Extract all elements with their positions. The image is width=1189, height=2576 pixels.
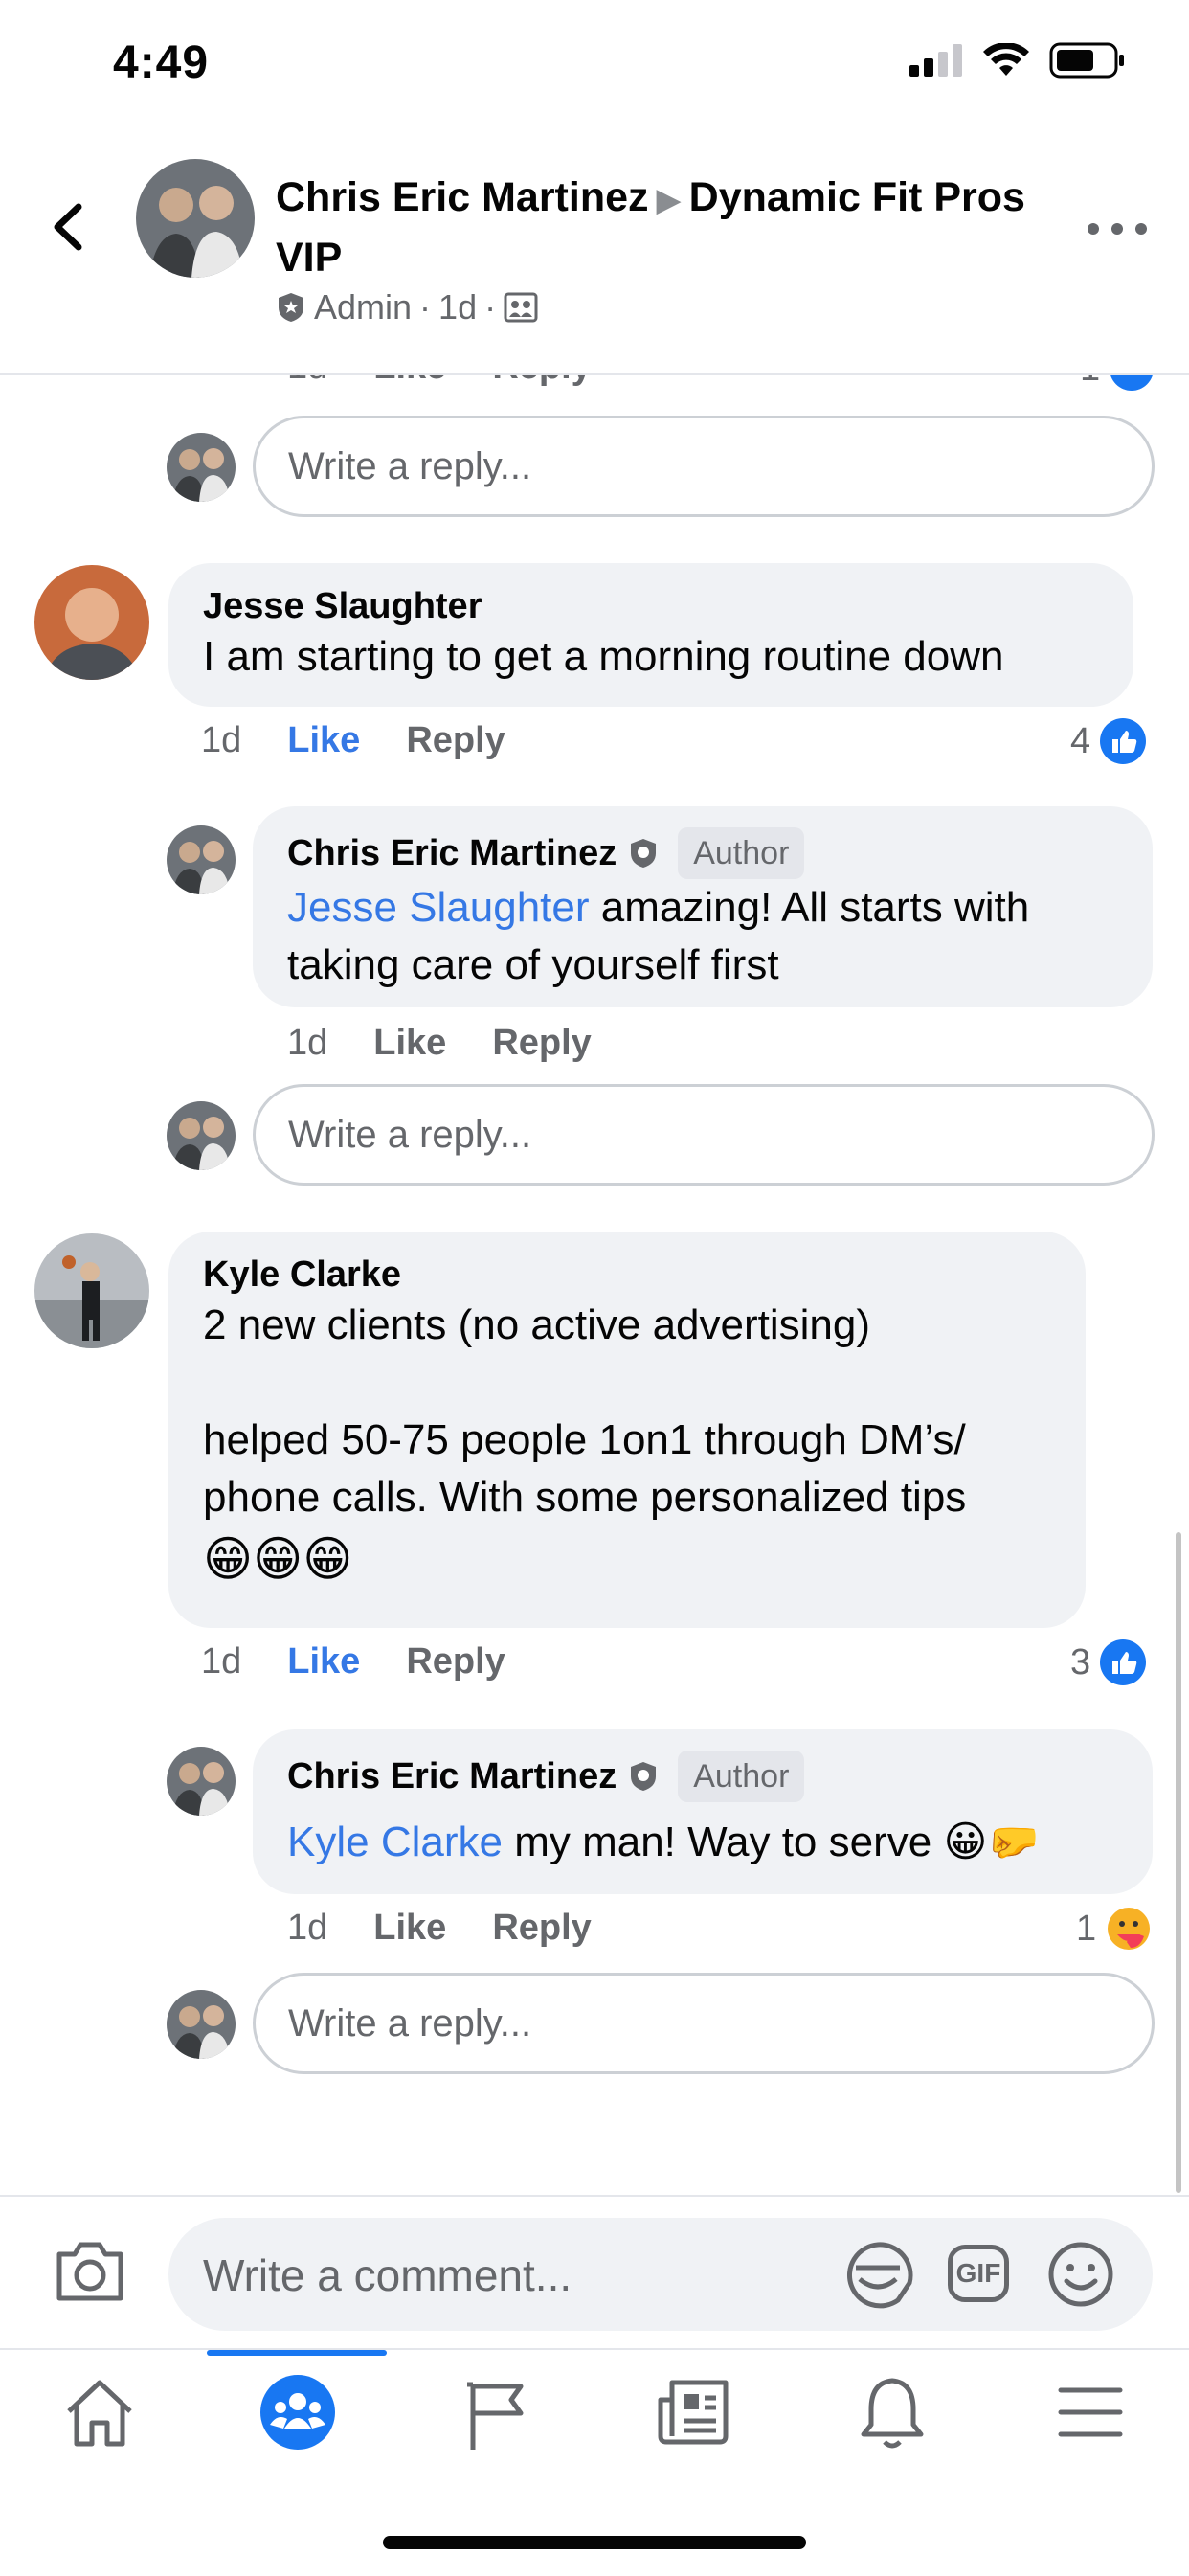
reply-bubble: Chris Eric Martinez Author Jesse Slaught… bbox=[253, 806, 1153, 1007]
reply-button[interactable]: Reply bbox=[406, 720, 505, 761]
admin-shield-icon bbox=[279, 293, 303, 322]
comment-text-line1: 2 new clients (no active advertising) bbox=[203, 1301, 870, 1348]
more-options-icon[interactable] bbox=[1084, 215, 1151, 243]
reply-input[interactable]: Write a reply... bbox=[253, 1973, 1155, 2074]
comment-bubble: Jesse Slaughter I am starting to get a m… bbox=[168, 563, 1133, 707]
comment-placeholder: Write a comment... bbox=[203, 2250, 572, 2300]
comment-bubble: Kyle Clarke 2 new clients (no active adv… bbox=[168, 1232, 1086, 1628]
mention-link[interactable]: Jesse Slaughter bbox=[287, 884, 590, 931]
admin-shield-icon bbox=[631, 1762, 657, 1791]
like-button[interactable]: Like bbox=[373, 1023, 446, 1064]
author-badge: Author bbox=[678, 1751, 805, 1802]
reply-actions: 1d Like Reply bbox=[287, 1908, 592, 1949]
reply-actions: 1d Like Reply bbox=[287, 1023, 592, 1064]
like-reaction-icon bbox=[1100, 1639, 1147, 1685]
scrollbar[interactable] bbox=[1176, 1532, 1181, 2193]
back-arrow-icon[interactable] bbox=[40, 193, 98, 260]
separator-dot: · bbox=[419, 287, 432, 327]
groups-icon[interactable] bbox=[258, 2373, 337, 2452]
emoji-row: 😀🤛 bbox=[943, 1819, 1041, 1865]
my-avatar bbox=[167, 433, 236, 502]
commenter-name[interactable]: Kyle Clarke bbox=[203, 1253, 1051, 1297]
home-indicator bbox=[383, 2536, 806, 2549]
battery-icon bbox=[1049, 42, 1124, 79]
comment-text-line2: helped 50-75 people 1on1 through DM’s/ p… bbox=[203, 1416, 967, 1521]
author-badge: Author bbox=[678, 827, 805, 879]
arrow-right-icon: ▶ bbox=[656, 182, 682, 218]
care-reaction-icon bbox=[1108, 1908, 1151, 1950]
comment-actions: 1d Like Reply bbox=[201, 720, 505, 761]
commenter-name[interactable]: Jesse Slaughter bbox=[203, 584, 1099, 628]
status-time: 4:49 bbox=[113, 37, 210, 88]
pages-flag-icon[interactable] bbox=[463, 2379, 530, 2452]
post-title: Chris Eric Martinez ▶ Dynamic Fit Pros VIP bbox=[276, 169, 1042, 286]
reply-button[interactable]: Reply bbox=[492, 1908, 591, 1949]
post-author-name[interactable]: Chris Eric Martinez bbox=[276, 174, 649, 220]
mention-link[interactable]: Kyle Clarke bbox=[287, 1819, 503, 1865]
wifi-icon bbox=[983, 43, 1029, 76]
post-meta: Admin · 1d · bbox=[276, 287, 538, 328]
like-reaction-icon bbox=[1100, 718, 1147, 764]
comment-composer: Write a comment... GIF bbox=[0, 2195, 1189, 2348]
reaction-count[interactable]: 4 bbox=[1070, 718, 1147, 764]
group-privacy-icon bbox=[504, 292, 538, 323]
reaction-count[interactable]: 1 bbox=[1076, 1906, 1152, 1952]
like-button[interactable]: Like bbox=[287, 1641, 360, 1683]
comment-input[interactable]: Write a comment... GIF bbox=[168, 2218, 1153, 2331]
post-header: Chris Eric Martinez ▶ Dynamic Fit Pros VIP… bbox=[0, 144, 1189, 375]
notifications-bell-icon[interactable] bbox=[858, 2375, 927, 2452]
comment-text: I am starting to get a morning routine d… bbox=[203, 633, 1004, 680]
comment-time: 1d bbox=[201, 720, 242, 760]
reply-text: Kyle Clarke my man! Way to serve 😀🤛 bbox=[287, 1819, 1041, 1865]
separator-dot: · bbox=[484, 287, 497, 327]
reply-button[interactable]: Reply bbox=[492, 1023, 591, 1064]
active-tab-indicator bbox=[207, 2350, 387, 2356]
menu-hamburger-icon[interactable] bbox=[1057, 2384, 1124, 2440]
sticker-icon[interactable] bbox=[842, 2241, 913, 2310]
commenter-avatar[interactable] bbox=[34, 565, 149, 680]
reply-input[interactable]: Write a reply... bbox=[253, 416, 1155, 517]
admin-label: Admin bbox=[314, 287, 413, 327]
reaction-count[interactable]: 3 bbox=[1070, 1639, 1147, 1685]
home-icon[interactable] bbox=[61, 2375, 138, 2452]
reply-author-name[interactable]: Chris Eric Martinez bbox=[287, 1754, 617, 1798]
camera-icon[interactable] bbox=[54, 2239, 126, 2304]
reply-text: Jesse Slaughter amazing! All starts with… bbox=[287, 884, 1030, 988]
reply-bubble: Chris Eric Martinez Author Kyle Clarke m… bbox=[253, 1729, 1153, 1894]
comment-actions: 1d Like Reply bbox=[201, 1641, 505, 1683]
admin-shield-icon bbox=[631, 839, 657, 868]
news-icon[interactable] bbox=[657, 2379, 729, 2446]
my-avatar bbox=[167, 1990, 236, 2059]
like-button[interactable]: Like bbox=[373, 1908, 446, 1949]
status-icons bbox=[909, 42, 1126, 79]
commenter-avatar[interactable] bbox=[34, 1233, 149, 1348]
my-avatar bbox=[167, 1101, 236, 1170]
post-time: 1d bbox=[438, 287, 478, 327]
reply-author-name[interactable]: Chris Eric Martinez bbox=[287, 831, 617, 875]
gif-button[interactable]: GIF bbox=[948, 2245, 1009, 2302]
signal-icon bbox=[909, 44, 962, 77]
author-reply-avatar[interactable] bbox=[167, 825, 236, 894]
reply-button[interactable]: Reply bbox=[406, 1641, 505, 1683]
like-button[interactable]: Like bbox=[287, 720, 360, 761]
author-avatar[interactable] bbox=[136, 159, 255, 278]
reply-input[interactable]: Write a reply... bbox=[253, 1084, 1155, 1186]
author-reply-avatar[interactable] bbox=[167, 1747, 236, 1816]
emoji-row: 😁😁😁 bbox=[203, 1532, 353, 1586]
emoji-icon[interactable] bbox=[1047, 2241, 1114, 2308]
